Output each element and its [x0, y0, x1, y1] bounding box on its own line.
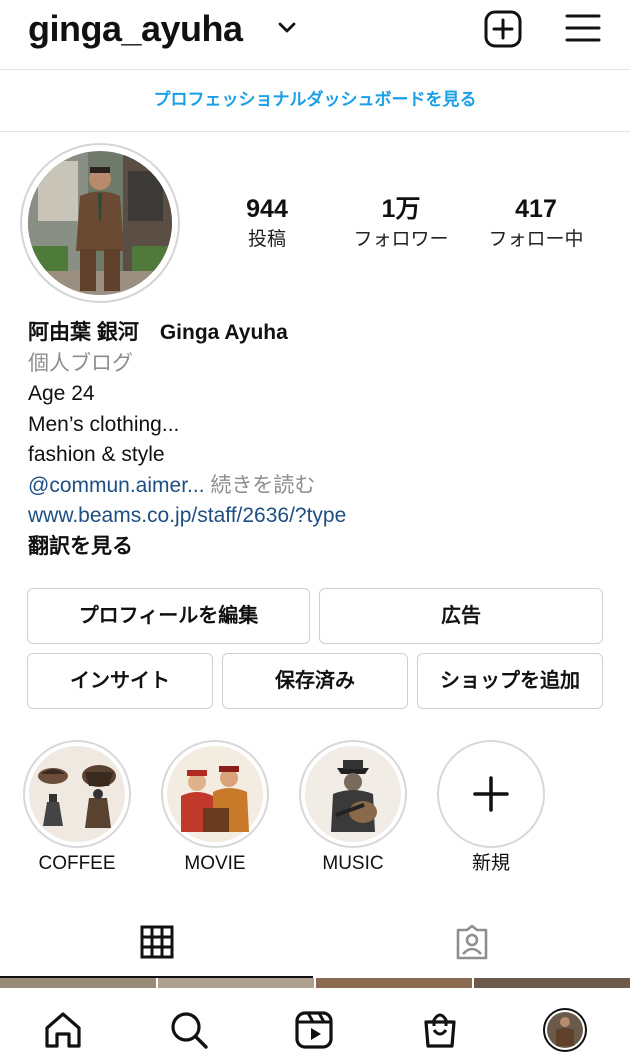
saved-button[interactable]: 保存済み	[222, 653, 408, 709]
read-more-link[interactable]: 続きを読む	[210, 474, 315, 497]
posts-count[interactable]: 944 投稿	[202, 194, 332, 254]
followers-count[interactable]: 1万 フォロワー	[336, 194, 466, 254]
plus-icon	[473, 776, 509, 812]
grid-icon[interactable]	[139, 924, 175, 960]
highlight-movie[interactable]: MOVIE	[161, 740, 269, 876]
shop-icon[interactable]	[418, 1008, 462, 1052]
profile-avatar[interactable]	[20, 143, 180, 303]
highlight-label: MOVIE	[184, 853, 246, 874]
coffee-highlight-image	[23, 740, 131, 848]
menu-icon[interactable]	[565, 11, 601, 45]
translate-link[interactable]: 翻訳を見る	[28, 532, 618, 563]
ads-button[interactable]: 広告	[319, 588, 603, 644]
chevron-down-icon[interactable]	[276, 18, 298, 38]
highlight-new[interactable]: 新規	[437, 740, 545, 876]
professional-dashboard-link[interactable]: プロフェッショナルダッシュボードを見る	[0, 70, 630, 132]
following-label: フォロー中	[488, 228, 584, 250]
home-icon[interactable]	[41, 1008, 85, 1052]
following-number: 417	[515, 195, 557, 223]
add-shop-button[interactable]: ショップを追加	[417, 653, 603, 709]
posts-label: 投稿	[247, 228, 286, 250]
highlight-label: MUSIC	[322, 853, 384, 874]
highlight-coffee[interactable]: COFFEE	[23, 740, 131, 876]
followers-number: 1万	[381, 195, 421, 223]
followers-label: フォロワー	[353, 228, 449, 250]
posts-grid-preview[interactable]	[0, 978, 630, 988]
profile-tabs	[0, 910, 630, 980]
following-count[interactable]: 417 フォロー中	[471, 194, 601, 254]
bio-mention-line: @commun.aimer... 続きを読む	[28, 471, 618, 502]
new-post-icon[interactable]	[483, 9, 523, 49]
profile-bio: 阿由葉 銀河 Ginga Ayuha 個人ブログ Age 24 Men’s cl…	[28, 318, 618, 562]
bio-line: Men’s clothing...	[28, 412, 180, 436]
highlight-label: 新規	[471, 853, 510, 874]
tagged-icon[interactable]	[454, 924, 490, 960]
edit-profile-button[interactable]: プロフィールを編集	[27, 588, 310, 644]
posts-number: 944	[246, 195, 288, 223]
reels-icon[interactable]	[292, 1008, 336, 1052]
website-link[interactable]: www.beams.co.jp/staff/2636/?type	[28, 501, 618, 532]
new-highlight-circle	[437, 740, 545, 848]
username-switcher[interactable]: ginga_ayuha	[28, 8, 243, 50]
mention-link[interactable]: @commun.aimer...	[28, 474, 205, 497]
music-highlight-image	[299, 740, 407, 848]
highlight-label: COFFEE	[38, 853, 116, 874]
movie-highlight-image	[161, 740, 269, 848]
bottom-navigation	[0, 1000, 630, 1056]
category-label: 個人ブログ	[28, 351, 133, 375]
insights-button[interactable]: インサイト	[27, 653, 213, 709]
top-bar: ginga_ayuha	[0, 0, 630, 70]
profile-avatar[interactable]	[543, 1008, 587, 1052]
display-name: 阿由葉 銀河 Ginga Ayuha	[28, 321, 288, 344]
highlight-music[interactable]: MUSIC	[299, 740, 407, 876]
search-icon[interactable]	[167, 1008, 211, 1052]
bio-line: Age 24	[28, 382, 95, 405]
bio-line: fashion & style	[28, 443, 165, 466]
